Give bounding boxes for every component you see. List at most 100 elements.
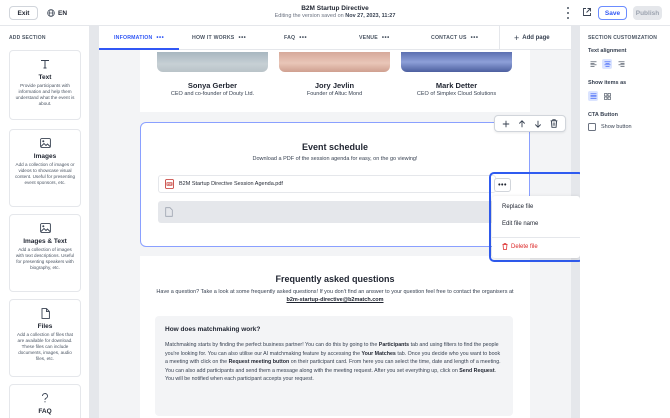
faq-question: How does matchmaking work? <box>165 326 261 333</box>
move-up-icon[interactable] <box>516 118 528 130</box>
file-icon <box>165 207 173 217</box>
speaker-photo <box>157 52 268 72</box>
add-section-sidebar: ADD SECTION Text Provide participants wi… <box>0 26 90 418</box>
speaker-role: CEO of Simplex Cloud Solutions <box>416 91 497 97</box>
add-section-card-files[interactable]: Files Add a collection of files that are… <box>9 299 81 377</box>
add-section-card-faq[interactable]: FAQ <box>9 384 81 418</box>
menu-item-delete-file[interactable]: Delete file <box>502 243 538 250</box>
image-icon <box>14 136 76 150</box>
menu-item-edit-file-name[interactable]: Edit file name <box>502 221 538 227</box>
faq-section[interactable]: Frequently asked questions Have a questi… <box>140 256 530 418</box>
file-item[interactable]: PDF B2M Startup Directive Session Agenda… <box>158 175 496 193</box>
menu-item-replace-file[interactable]: Replace file <box>502 204 533 210</box>
page-tabs: INFORMATION ••• HOW IT WORKS ••• FAQ ••• VE… <box>99 26 571 50</box>
move-down-icon[interactable] <box>532 118 544 130</box>
tab-how-it-works[interactable]: HOW IT WORKS ••• <box>192 26 246 50</box>
tab-venue[interactable]: VENUE ••• <box>359 26 390 50</box>
file-context-menu: Replace file Edit file name Delete file <box>492 196 580 258</box>
event-schedule-section[interactable]: Event schedule Download a PDF of the ses… <box>140 115 566 247</box>
show-button-checkbox[interactable] <box>588 123 596 131</box>
svg-text:PDF: PDF <box>167 182 173 186</box>
add-page-button[interactable]: + Add page <box>514 26 550 50</box>
save-status: Editing the version saved on Nov 27, 202… <box>274 13 396 19</box>
top-bar: Exit EN B2M Startup Directive Editing th… <box>0 0 670 26</box>
speaker-name: Jory Jevlin <box>314 81 355 90</box>
cta-button-label: CTA Button <box>588 112 618 118</box>
section-title: Frequently asked questions <box>275 274 395 284</box>
speakers-section[interactable]: Sonya Gerber CEO and co-founder of Douty… <box>140 50 530 112</box>
list-view-icon[interactable] <box>588 91 598 101</box>
left-gutter <box>90 26 99 418</box>
file-options-button[interactable]: ••• <box>494 178 511 192</box>
card-description: Add a collection of files that are avail… <box>17 332 73 361</box>
speaker-role: CEO and co-founder of Douty Ltd. <box>170 91 255 97</box>
card-title: Images & Text <box>23 238 67 245</box>
tab-options-icon[interactable]: ••• <box>382 35 390 41</box>
file-name: B2M Startup Directive Session Agenda.pdf <box>179 181 283 187</box>
card-description: Add a collection of images with text des… <box>15 247 75 270</box>
speaker-name: Mark Detter <box>435 81 478 90</box>
text-icon <box>14 57 76 71</box>
faq-intro: Have a question? Take a look at some fre… <box>156 289 514 303</box>
section-customization-sidebar: SECTION CUSTOMIZATION Text alignment Sho… <box>580 26 670 418</box>
card-title: Text <box>38 74 52 81</box>
tab-options-icon[interactable]: ••• <box>156 35 164 41</box>
exit-button[interactable]: Exit <box>9 6 38 20</box>
card-title: Files <box>37 323 53 330</box>
speaker-role: Founder of Altuc Mond <box>306 91 363 97</box>
align-right-icon[interactable] <box>616 59 626 69</box>
external-link-icon[interactable] <box>582 7 592 19</box>
image-text-icon <box>14 221 76 235</box>
card-title: FAQ <box>38 408 52 415</box>
section-toolbar <box>494 115 566 132</box>
trash-icon <box>502 243 508 250</box>
pdf-file-icon: PDF <box>165 179 174 189</box>
section-description: Download a PDF of the session agenda for… <box>252 156 418 162</box>
section-title: Event schedule <box>301 142 369 152</box>
more-options-icon[interactable] <box>564 7 572 19</box>
tab-options-icon[interactable]: ••• <box>238 35 246 41</box>
text-alignment-label: Text alignment <box>588 48 627 54</box>
tab-options-icon[interactable]: ••• <box>471 35 479 41</box>
add-section-card-images[interactable]: Images Add a collection of images or vid… <box>9 129 81 207</box>
faq-answer: Matchmaking starts by finding the perfec… <box>165 342 501 382</box>
add-section-card-text[interactable]: Text Provide participants with informati… <box>9 50 81 120</box>
contact-email-link[interactable]: b2m-startup-directive@b2match.com <box>286 297 383 303</box>
card-description: Provide participants with information an… <box>15 83 75 106</box>
tab-contact-us[interactable]: CONTACT US ••• <box>431 26 478 50</box>
language-selector[interactable]: EN <box>47 6 67 20</box>
grid-view-icon[interactable] <box>602 91 612 101</box>
sidebar-heading: ADD SECTION <box>9 35 46 41</box>
tab-faq[interactable]: FAQ ••• <box>284 26 307 50</box>
show-button-label: Show button <box>601 124 632 130</box>
speaker-photo <box>401 52 512 72</box>
align-center-icon[interactable] <box>602 59 612 69</box>
saved-date: Nov 27, 2023, 11:27 <box>345 13 396 19</box>
document-title-area: B2M Startup Directive Editing the versio… <box>230 5 440 19</box>
tab-information[interactable]: INFORMATION ••• <box>114 26 164 50</box>
publish-button[interactable]: Publish <box>633 6 662 20</box>
file-icon <box>14 306 76 320</box>
question-icon <box>14 391 76 405</box>
language-label: EN <box>58 9 68 17</box>
tab-divider <box>499 26 500 50</box>
speaker-photo <box>279 52 390 72</box>
add-section-card-images-text[interactable]: Images & Text Add a collection of images… <box>9 214 81 292</box>
add-icon[interactable] <box>500 118 512 130</box>
speaker-name: Sonya Gerber <box>187 81 238 90</box>
align-left-icon[interactable] <box>588 59 598 69</box>
show-items-label: Show items as <box>588 80 627 86</box>
file-upload-placeholder[interactable] <box>158 201 496 223</box>
tab-options-icon[interactable]: ••• <box>299 35 307 41</box>
show-button-option: Show button <box>588 123 632 131</box>
menu-divider <box>492 237 580 238</box>
faq-item[interactable]: How does matchmaking work? Matchmaking s… <box>155 316 513 416</box>
sidebar-heading: SECTION CUSTOMIZATION <box>588 35 658 41</box>
page-title: B2M Startup Directive <box>301 5 369 12</box>
trash-icon[interactable] <box>548 118 560 130</box>
globe-icon <box>47 9 55 17</box>
plus-icon: + <box>514 33 520 43</box>
card-title: Images <box>33 153 57 160</box>
save-button[interactable]: Save <box>598 6 627 20</box>
card-description: Add a collection of images or videos to … <box>14 162 75 185</box>
